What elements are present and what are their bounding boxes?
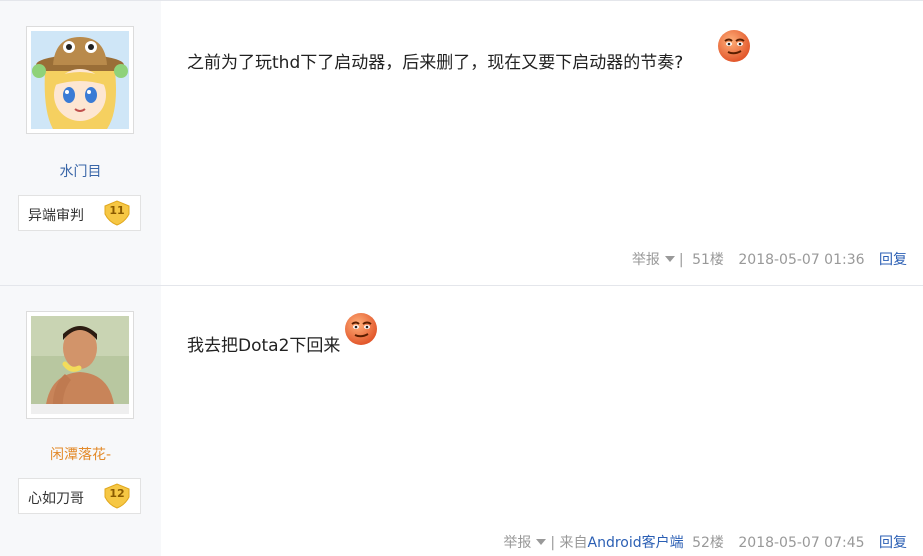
post-content: 之前为了玩thd下了启动器，后来删了，现在又要下启动器的节奏?: [187, 53, 684, 73]
rank-title: 心如刀哥: [28, 491, 84, 507]
avatar[interactable]: [26, 311, 134, 419]
anime-girl-avatar-image: [31, 31, 129, 129]
post-meta: 举报 | 51楼 2018-05-07 01:36 回复: [632, 249, 907, 269]
floor-number: 51楼: [692, 252, 724, 268]
post-meta: 举报 | 来自Android客户端 52楼 2018-05-07 07:45 回复: [503, 532, 907, 552]
meta-separator: |: [678, 252, 684, 268]
username-link[interactable]: 水门目: [0, 161, 161, 181]
post-floor-52: 闲潭落花- 心如刀哥 12 我去把Dota2下回来 举报 | 来自Android客…: [0, 285, 923, 556]
rank-title: 异端审判: [28, 208, 84, 224]
rank-badge-box[interactable]: 异端审判 11: [18, 195, 141, 231]
rank-level: 12: [109, 487, 125, 500]
caret-down-icon[interactable]: [536, 539, 547, 545]
source-prefix: 来自: [559, 535, 588, 551]
caret-down-icon[interactable]: [664, 256, 675, 262]
rank-badge-box[interactable]: 心如刀哥 12: [18, 478, 141, 514]
meta-separator: |: [550, 535, 556, 551]
android-client-link[interactable]: Android客户端: [588, 535, 684, 551]
smirk-face-emoji-icon: [345, 313, 377, 345]
smirk-face-emoji-icon: [718, 30, 750, 62]
post-floor-51: 水门目 异端审判 11 之前为了玩thd下了启动器，后来删了，现在又要下启动器的…: [0, 0, 923, 285]
avatar[interactable]: [26, 26, 134, 134]
reply-link[interactable]: 回复: [879, 535, 907, 551]
username-link[interactable]: 闲潭落花-: [0, 444, 161, 464]
rank-level: 11: [109, 204, 125, 217]
author-sidebar: 水门目 异端审判 11: [0, 1, 161, 285]
author-sidebar: 闲潭落花- 心如刀哥 12: [0, 286, 161, 556]
man-eating-banana-avatar-image: [31, 316, 129, 414]
post-content: 我去把Dota2下回来: [187, 336, 341, 356]
reply-link[interactable]: 回复: [879, 252, 907, 268]
report-link[interactable]: 举报: [632, 252, 660, 268]
floor-number: 52楼: [692, 535, 724, 551]
post-time: 2018-05-07 07:45: [738, 535, 865, 551]
report-link[interactable]: 举报: [503, 535, 531, 551]
post-time: 2018-05-07 01:36: [738, 252, 865, 268]
